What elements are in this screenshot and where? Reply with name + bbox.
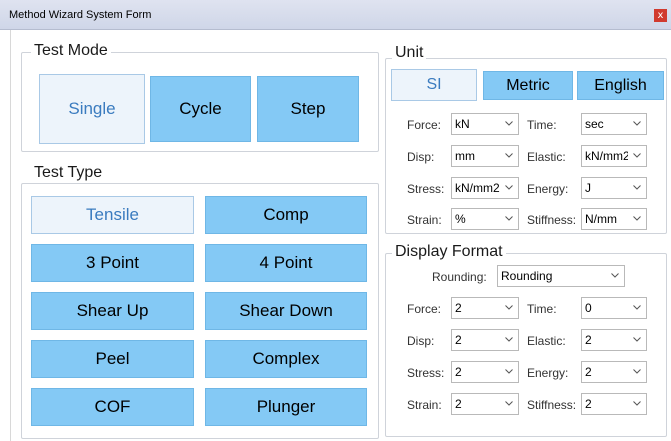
- english-unit-button[interactable]: English: [577, 71, 664, 100]
- metric-unit-button[interactable]: Metric: [483, 71, 573, 100]
- display-format-legend: Display Format: [392, 243, 506, 261]
- chevron-down-icon: [633, 335, 641, 343]
- rounding-value: Rounding: [501, 269, 553, 283]
- complex-button[interactable]: Complex: [205, 340, 367, 378]
- cycle-mode-button[interactable]: Cycle: [150, 76, 251, 142]
- chevron-down-icon: [633, 214, 641, 222]
- unit-legend: Unit: [392, 44, 427, 62]
- format-disp-label: Disp:: [407, 334, 435, 348]
- step-mode-button[interactable]: Step: [257, 76, 359, 142]
- unit-stress-value: kN/mm2: [455, 181, 500, 195]
- format-elastic-select[interactable]: 2: [581, 329, 647, 351]
- 3-point-button[interactable]: 3 Point: [31, 244, 194, 282]
- chevron-down-icon: [633, 399, 641, 407]
- format-stress-value: 2: [455, 365, 462, 379]
- comp-button[interactable]: Comp: [205, 196, 367, 234]
- unit-disp-select[interactable]: mm: [451, 145, 519, 167]
- window-title: Method Wizard System Form: [9, 9, 152, 21]
- shear-down-button[interactable]: Shear Down: [205, 292, 367, 330]
- unit-stress-select[interactable]: kN/mm2: [451, 177, 519, 199]
- test-mode-legend: Test Mode: [31, 42, 111, 60]
- chevron-down-icon: [505, 151, 513, 159]
- unit-time-label: Time:: [527, 118, 557, 132]
- format-disp-value: 2: [455, 333, 462, 347]
- close-icon[interactable]: x: [654, 9, 667, 22]
- format-stress-select[interactable]: 2: [451, 361, 519, 383]
- format-energy-select[interactable]: 2: [581, 361, 647, 383]
- unit-disp-value: mm: [455, 149, 475, 163]
- unit-stress-label: Stress:: [407, 182, 445, 196]
- chevron-down-icon: [505, 119, 513, 127]
- format-strain-value: 2: [455, 397, 462, 411]
- format-elastic-label: Elastic:: [527, 334, 566, 348]
- unit-stiffness-value: N/mm: [585, 212, 617, 226]
- chevron-down-icon: [505, 183, 513, 191]
- method-wizard-form: Test Mode Single Cycle Step Test Type Te…: [10, 30, 671, 441]
- peel-button[interactable]: Peel: [31, 340, 194, 378]
- unit-stiffness-select[interactable]: N/mm: [581, 208, 647, 230]
- unit-force-select[interactable]: kN: [451, 113, 519, 135]
- chevron-down-icon: [633, 183, 641, 191]
- format-elastic-value: 2: [585, 333, 592, 347]
- si-unit-button[interactable]: SI: [391, 69, 477, 101]
- unit-elastic-select[interactable]: kN/mm2: [581, 145, 647, 167]
- cof-button[interactable]: COF: [31, 388, 194, 426]
- shear-up-button[interactable]: Shear Up: [31, 292, 194, 330]
- format-energy-label: Energy:: [527, 366, 569, 380]
- format-strain-select[interactable]: 2: [451, 393, 519, 415]
- unit-strain-value: %: [455, 212, 466, 226]
- plunger-button[interactable]: Plunger: [205, 388, 367, 426]
- format-stiffness-label: Stiffness:: [527, 398, 577, 412]
- chevron-down-icon: [505, 399, 513, 407]
- unit-strain-label: Strain:: [407, 213, 442, 227]
- unit-energy-label: Energy:: [527, 182, 569, 196]
- unit-force-value: kN: [455, 117, 470, 131]
- rounding-label: Rounding:: [432, 270, 487, 284]
- 4-point-button[interactable]: 4 Point: [205, 244, 367, 282]
- chevron-down-icon: [505, 367, 513, 375]
- chevron-down-icon: [633, 367, 641, 375]
- format-disp-select[interactable]: 2: [451, 329, 519, 351]
- chevron-down-icon: [611, 271, 619, 279]
- unit-energy-value: J: [585, 181, 591, 195]
- chevron-down-icon: [633, 151, 641, 159]
- unit-elastic-label: Elastic:: [527, 150, 566, 164]
- unit-force-label: Force:: [407, 118, 442, 132]
- format-energy-value: 2: [585, 365, 592, 379]
- chevron-down-icon: [505, 335, 513, 343]
- unit-strain-select[interactable]: %: [451, 208, 519, 230]
- format-time-select[interactable]: 0: [581, 297, 647, 319]
- format-stress-label: Stress:: [407, 366, 445, 380]
- unit-time-select[interactable]: sec: [581, 113, 647, 135]
- single-mode-button[interactable]: Single: [39, 74, 145, 144]
- format-force-value: 2: [455, 301, 462, 315]
- format-force-select[interactable]: 2: [451, 297, 519, 319]
- chevron-down-icon: [633, 119, 641, 127]
- title-bar: Method Wizard System Form x: [0, 0, 671, 30]
- chevron-down-icon: [505, 303, 513, 311]
- tensile-button[interactable]: Tensile: [31, 196, 194, 234]
- unit-disp-label: Disp:: [407, 150, 435, 164]
- chevron-down-icon: [505, 214, 513, 222]
- unit-elastic-value: kN/mm2: [585, 149, 628, 163]
- test-type-legend: Test Type: [31, 164, 106, 182]
- format-stiffness-select[interactable]: 2: [581, 393, 647, 415]
- unit-time-value: sec: [585, 117, 604, 131]
- format-force-label: Force:: [407, 302, 442, 316]
- format-strain-label: Strain:: [407, 398, 442, 412]
- format-stiffness-value: 2: [585, 397, 592, 411]
- format-time-value: 0: [585, 301, 592, 315]
- format-time-label: Time:: [527, 302, 557, 316]
- unit-stiffness-label: Stiffness:: [527, 213, 577, 227]
- chevron-down-icon: [633, 303, 641, 311]
- rounding-select[interactable]: Rounding: [497, 265, 625, 287]
- unit-energy-select[interactable]: J: [581, 177, 647, 199]
